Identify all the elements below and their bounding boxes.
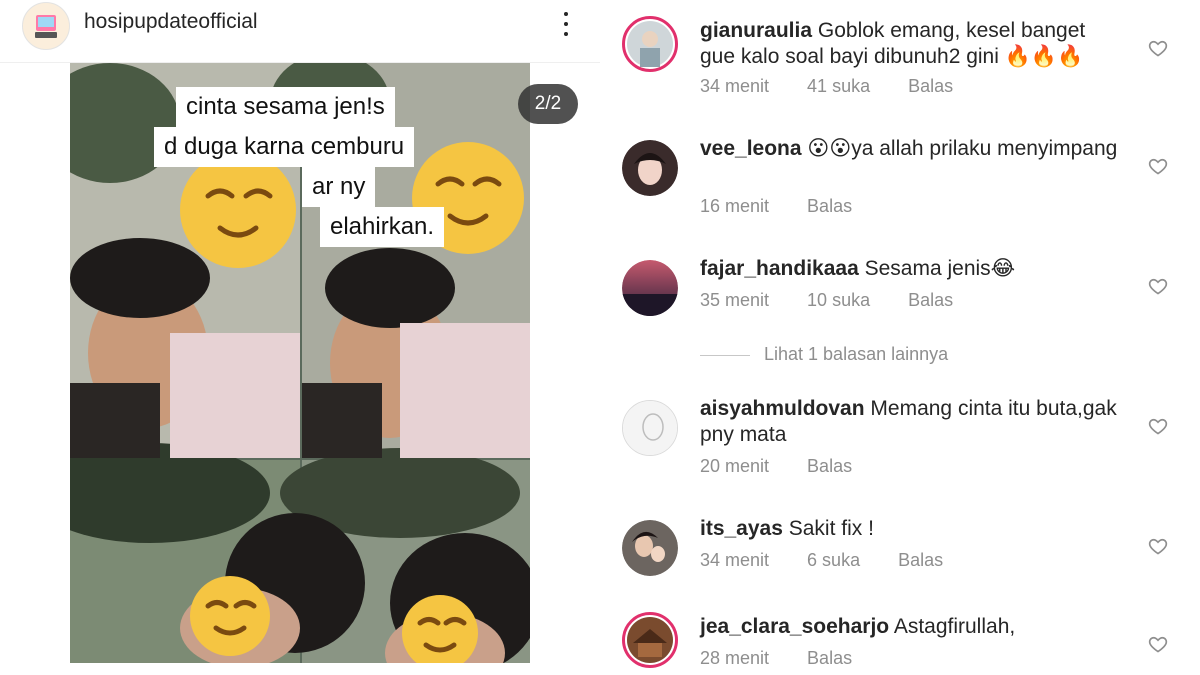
reply-button[interactable]: Balas <box>807 648 852 668</box>
comment-time[interactable]: 28 menit <box>700 648 769 668</box>
image-caption-line-2: d duga karna cemburu <box>154 127 415 167</box>
comment-text: gianuraulia Goblok emang, kesel banget g… <box>700 18 1120 70</box>
comment-meta: 35 menit 10 suka Balas <box>700 290 991 311</box>
commenter-avatar[interactable] <box>622 400 678 456</box>
comment-text: vee_leona 😮😮ya allah prilaku menyimpang <box>700 136 1120 162</box>
comment-text: its_ayas Sakit fix ! <box>700 516 1120 542</box>
comment-meta: 16 menit Balas <box>700 196 890 217</box>
comment-body: Astagfirullah, <box>893 615 1016 638</box>
image-caption-line-3: ar ny <box>302 167 376 207</box>
post-panel: hosipupdateofficial cinta sesama jen!s d… <box>0 0 600 675</box>
comment-username[interactable]: fajar_handikaaa <box>700 257 859 280</box>
comment-meta: 20 menit Balas <box>700 456 890 477</box>
reply-button[interactable]: Balas <box>908 76 953 96</box>
comment-text: aisyahmuldovan Memang cinta itu buta,gak… <box>700 396 1120 448</box>
comment-username[interactable]: its_ayas <box>700 517 783 540</box>
like-heart-icon[interactable] <box>1148 156 1168 176</box>
comment-username[interactable]: gianuraulia <box>700 19 812 42</box>
like-heart-icon[interactable] <box>1148 536 1168 556</box>
comment-likes[interactable]: 6 suka <box>807 550 860 570</box>
image-caption-line-4: elahirkan. <box>320 207 445 247</box>
comment-body: Sesama jenis😂 <box>864 257 1016 280</box>
comment-text: fajar_handikaaa Sesama jenis😂 <box>700 256 1120 282</box>
comment-time[interactable]: 34 menit <box>700 76 769 96</box>
comment-body: 😮😮ya allah prilaku menyimpang <box>807 137 1118 160</box>
like-heart-icon[interactable] <box>1148 276 1168 296</box>
comment-body: Sakit fix ! <box>788 517 874 540</box>
reply-button[interactable]: Balas <box>807 456 852 476</box>
account-avatar[interactable] <box>22 2 70 50</box>
slide-counter: 2/2 <box>518 84 578 124</box>
comment-time[interactable]: 34 menit <box>700 550 769 570</box>
commenter-avatar[interactable] <box>622 140 678 196</box>
commenter-avatar[interactable] <box>622 260 678 316</box>
view-more-replies-button[interactable]: Lihat 1 balasan lainnya <box>700 344 948 365</box>
comments-panel: gianuraulia Goblok emang, kesel banget g… <box>600 0 1200 675</box>
like-heart-icon[interactable] <box>1148 634 1168 654</box>
post-image[interactable]: cinta sesama jen!s d duga karna cemburu … <box>70 63 530 663</box>
comment-meta: 34 menit 6 suka Balas <box>700 550 981 571</box>
comment-meta: 34 menit 41 suka Balas <box>700 76 991 97</box>
comment-time[interactable]: 16 menit <box>700 196 769 216</box>
image-caption-line-1: cinta sesama jen!s <box>176 87 395 127</box>
comment-username[interactable]: aisyahmuldovan <box>700 397 865 420</box>
more-options-icon[interactable] <box>552 8 580 40</box>
comment-likes[interactable]: 41 suka <box>807 76 870 96</box>
post-username[interactable]: hosipupdateofficial <box>84 10 258 34</box>
comment-meta: 28 menit Balas <box>700 648 890 669</box>
replies-divider <box>700 354 750 356</box>
reply-button[interactable]: Balas <box>807 196 852 216</box>
post-header: hosipupdateofficial <box>0 0 600 63</box>
like-heart-icon[interactable] <box>1148 416 1168 436</box>
comment-text: jea_clara_soeharjo Astagfirullah, <box>700 614 1120 640</box>
comment-username[interactable]: vee_leona <box>700 137 802 160</box>
view-more-replies-label[interactable]: Lihat 1 balasan lainnya <box>764 344 948 364</box>
like-heart-icon[interactable] <box>1148 38 1168 58</box>
reply-button[interactable]: Balas <box>908 290 953 310</box>
comment-time[interactable]: 20 menit <box>700 456 769 476</box>
commenter-avatar[interactable] <box>622 520 678 576</box>
commenter-avatar[interactable] <box>622 612 678 668</box>
reply-button[interactable]: Balas <box>898 550 943 570</box>
comment-username[interactable]: jea_clara_soeharjo <box>700 615 889 638</box>
comment-likes[interactable]: 10 suka <box>807 290 870 310</box>
commenter-avatar[interactable] <box>622 16 678 72</box>
comment-time[interactable]: 35 menit <box>700 290 769 310</box>
